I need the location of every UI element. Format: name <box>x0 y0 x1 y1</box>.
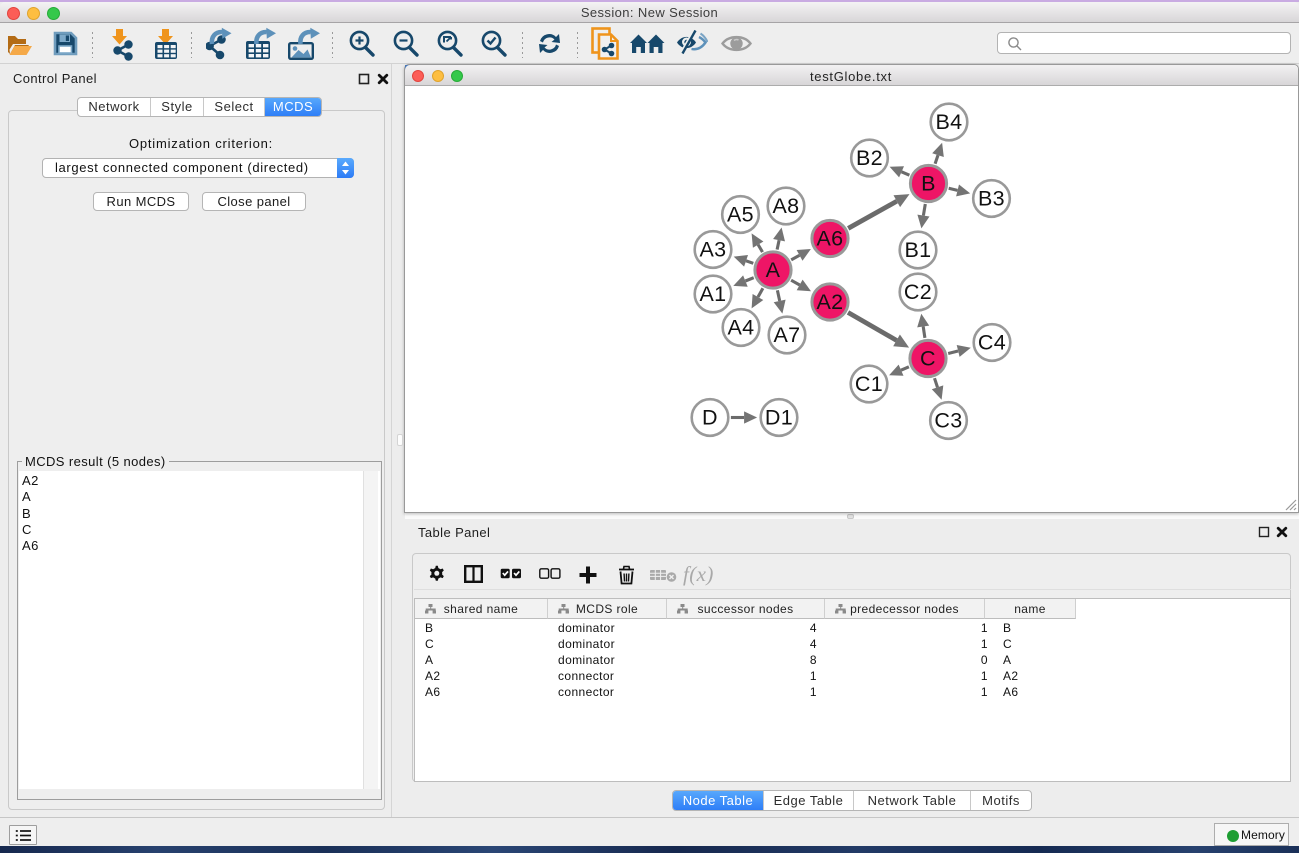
svg-text:C3: C3 <box>934 409 962 433</box>
svg-text:D: D <box>702 406 718 430</box>
svg-text:C: C <box>920 347 936 371</box>
svg-text:B1: B1 <box>904 238 931 262</box>
svg-text:B3: B3 <box>978 187 1005 211</box>
svg-text:A1: A1 <box>699 282 726 306</box>
svg-text:C1: C1 <box>855 372 883 396</box>
svg-text:D1: D1 <box>765 406 793 430</box>
svg-text:A8: A8 <box>772 194 799 218</box>
svg-text:A: A <box>766 258 781 282</box>
svg-text:A4: A4 <box>727 316 754 340</box>
svg-text:A6: A6 <box>816 227 843 251</box>
svg-text:A7: A7 <box>773 323 800 347</box>
svg-text:A2: A2 <box>816 290 843 314</box>
svg-text:A3: A3 <box>699 238 726 262</box>
svg-text:B4: B4 <box>935 110 962 134</box>
svg-text:B: B <box>921 172 936 196</box>
svg-text:B2: B2 <box>856 146 883 170</box>
svg-text:C4: C4 <box>978 331 1006 355</box>
svg-text:A5: A5 <box>727 203 754 227</box>
svg-text:C2: C2 <box>904 280 932 304</box>
